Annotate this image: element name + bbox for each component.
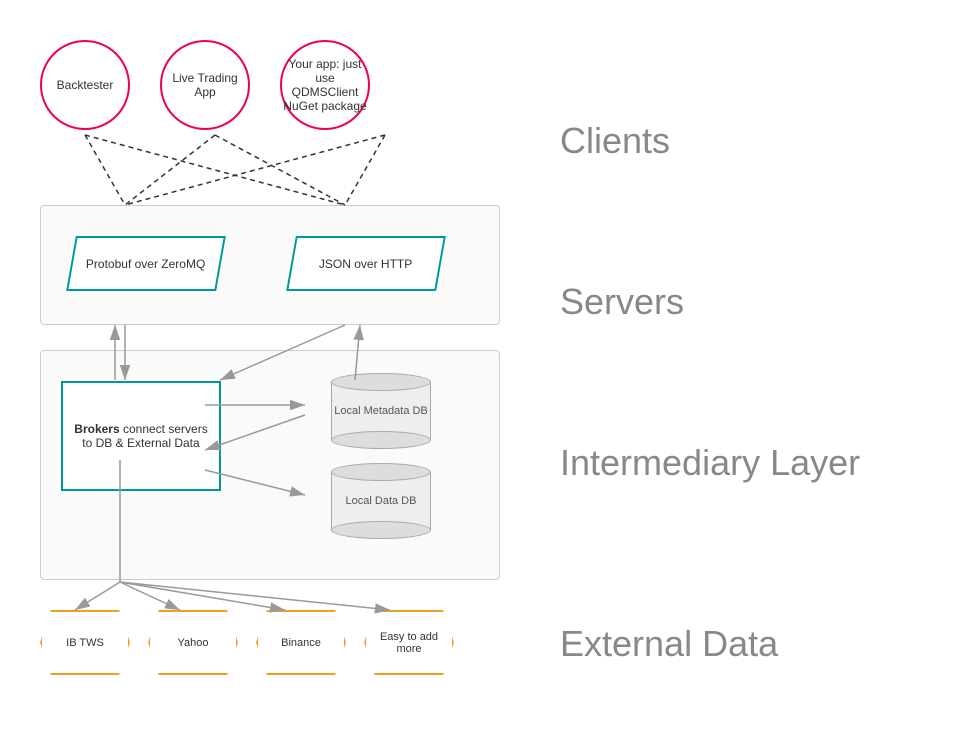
servers-box: Protobuf over ZeroMQ JSON over HTTP [40, 205, 500, 325]
intermediary-label: Intermediary Layer [560, 442, 860, 484]
broker-box: Brokers connect servers to DB & External… [61, 381, 221, 491]
easy-add-label: Easy to add more [378, 631, 440, 655]
ib-tws-label: IB TWS [66, 637, 104, 649]
live-trading-circle: Live Trading App [160, 40, 250, 130]
diagram-area: Backtester Live Trading App Your app: ju… [20, 20, 540, 734]
data-db-body: Local Data DB [331, 471, 431, 531]
broker-label: Brokers connect servers to DB & External… [71, 422, 211, 450]
metadata-db: Local Metadata DB [331, 381, 431, 441]
intermediary-box: Brokers connect servers to DB & External… [40, 350, 500, 580]
clients-label-row: Clients [560, 86, 960, 196]
protobuf-label: Protobuf over ZeroMQ [86, 257, 205, 271]
metadata-db-top [331, 373, 431, 391]
servers-label: Servers [560, 281, 684, 323]
backtester-circle: Backtester [40, 40, 130, 130]
data-db-top [331, 463, 431, 481]
backtester-label: Backtester [57, 78, 114, 92]
external-row: IB TWS Yahoo Binance Easy to add more [40, 610, 454, 675]
easy-add-shape: Easy to add more [364, 610, 454, 675]
ib-tws-shape: IB TWS [40, 610, 130, 675]
json-server: JSON over HTTP [286, 236, 446, 291]
binance-shape: Binance [256, 610, 346, 675]
metadata-db-label: Local Metadata DB [334, 405, 428, 417]
yahoo-label: Yahoo [178, 637, 209, 649]
metadata-db-bottom [331, 431, 431, 449]
live-trading-label: Live Trading App [162, 71, 248, 99]
data-db: Local Data DB [331, 471, 431, 531]
servers-label-row: Servers [560, 247, 960, 357]
protobuf-server: Protobuf over ZeroMQ [66, 236, 226, 291]
your-app-circle: Your app: just use QDMSClient NuGet pack… [280, 40, 370, 130]
data-db-label: Local Data DB [346, 495, 417, 507]
clients-row: Backtester Live Trading App Your app: ju… [40, 40, 370, 130]
metadata-db-body: Local Metadata DB [331, 381, 431, 441]
intermediary-label-row: Intermediary Layer [560, 408, 960, 518]
external-label: External Data [560, 623, 778, 665]
your-app-label: Your app: just use QDMSClient NuGet pack… [282, 57, 368, 113]
clients-label: Clients [560, 120, 670, 162]
yahoo-shape: Yahoo [148, 610, 238, 675]
data-db-bottom [331, 521, 431, 539]
labels-area: Clients Servers Intermediary Layer Exter… [560, 20, 960, 734]
binance-label: Binance [281, 637, 321, 649]
external-label-row: External Data [560, 589, 960, 699]
json-label: JSON over HTTP [319, 257, 412, 271]
